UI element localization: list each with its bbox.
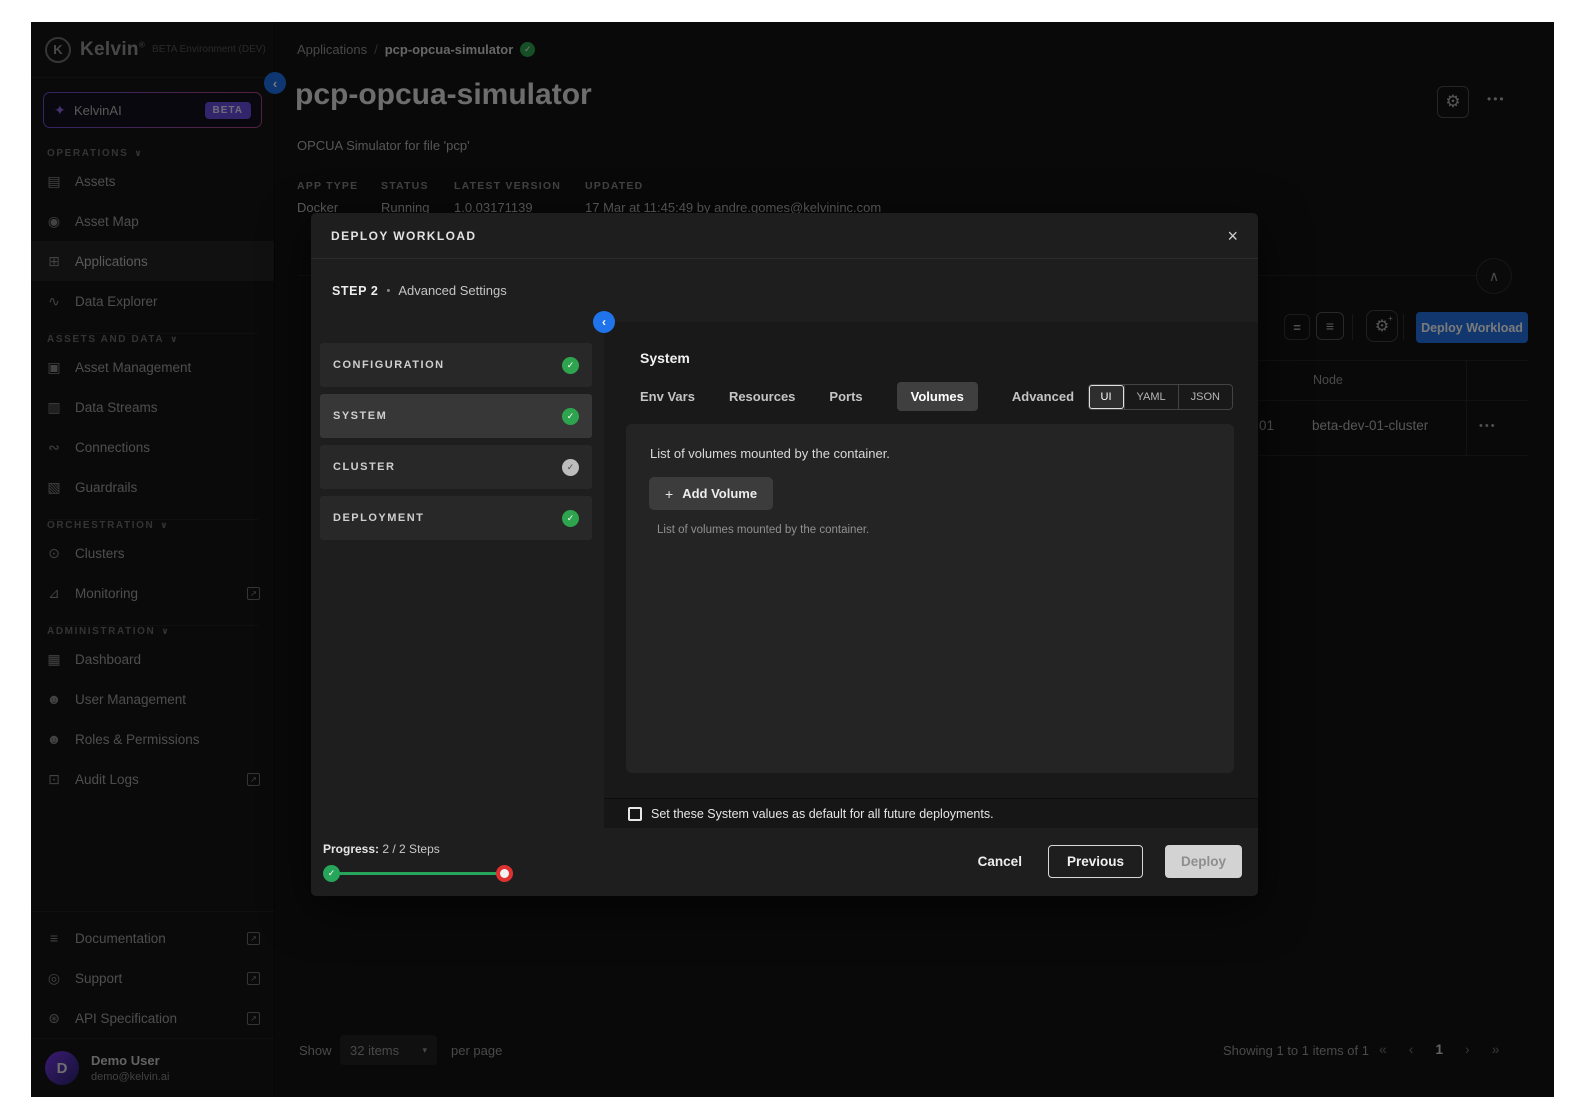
step-label: CONFIGURATION bbox=[333, 359, 445, 371]
system-panel: System Env Vars Resources Ports Volumes … bbox=[604, 322, 1258, 828]
cancel-button[interactable]: Cancel bbox=[974, 846, 1026, 877]
view-mode-ui[interactable]: UI bbox=[1089, 385, 1124, 409]
deploy-workload-modal: DEPLOY WORKLOAD × STEP 2 • Advanced Sett… bbox=[311, 213, 1258, 896]
step-number: STEP 2 bbox=[332, 284, 378, 298]
step-cluster[interactable]: CLUSTER ✓ bbox=[320, 445, 592, 489]
check-circle-icon: ✓ bbox=[562, 459, 579, 476]
step-deployment[interactable]: DEPLOYMENT ✓ bbox=[320, 496, 592, 540]
volumes-description: List of volumes mounted by the container… bbox=[650, 446, 890, 461]
add-volume-button[interactable]: + Add Volume bbox=[649, 477, 773, 510]
panel-collapse-button[interactable]: ‹ bbox=[593, 311, 615, 333]
modal-title: DEPLOY WORKLOAD bbox=[331, 229, 476, 243]
step-system[interactable]: SYSTEM ✓ bbox=[320, 394, 592, 438]
step-label: SYSTEM bbox=[333, 410, 387, 422]
view-mode-json[interactable]: JSON bbox=[1178, 385, 1232, 409]
view-mode-yaml[interactable]: YAML bbox=[1124, 385, 1178, 409]
panel-heading: System bbox=[640, 350, 690, 366]
default-values-row: Set these System values as default for a… bbox=[604, 798, 1258, 828]
view-mode-switcher: UI YAML JSON bbox=[1088, 384, 1233, 410]
add-volume-label: Add Volume bbox=[682, 486, 757, 501]
chevron-left-icon: ‹ bbox=[602, 315, 606, 329]
default-values-checkbox[interactable] bbox=[628, 807, 642, 821]
plus-icon: + bbox=[665, 486, 673, 502]
tab-env-vars[interactable]: Env Vars bbox=[640, 382, 695, 411]
progress-value: 2 / 2 Steps bbox=[382, 842, 439, 856]
bullet-icon: • bbox=[386, 285, 390, 297]
previous-button[interactable]: Previous bbox=[1048, 845, 1143, 878]
step-configuration[interactable]: CONFIGURATION ✓ bbox=[320, 343, 592, 387]
step-label: CLUSTER bbox=[333, 461, 395, 473]
step-indicator: STEP 2 • Advanced Settings bbox=[332, 283, 507, 298]
deploy-button[interactable]: Deploy bbox=[1165, 845, 1242, 878]
close-icon: × bbox=[1227, 226, 1238, 246]
close-button[interactable]: × bbox=[1227, 227, 1238, 245]
default-values-label: Set these System values as default for a… bbox=[651, 807, 994, 821]
progress-track bbox=[331, 872, 505, 875]
modal-actions: Cancel Previous Deploy bbox=[974, 845, 1242, 878]
check-circle-icon: ✓ bbox=[562, 510, 579, 527]
volumes-caption: List of volumes mounted by the container… bbox=[657, 524, 869, 536]
panel-tabs: Env Vars Resources Ports Volumes Advance… bbox=[640, 382, 1074, 411]
tab-ports[interactable]: Ports bbox=[829, 382, 862, 411]
step-label: DEPLOYMENT bbox=[333, 512, 424, 524]
tab-advanced[interactable]: Advanced bbox=[1012, 382, 1074, 411]
check-circle-icon: ✓ bbox=[562, 408, 579, 425]
progress-start-check-icon: ✓ bbox=[323, 865, 340, 882]
check-circle-icon: ✓ bbox=[562, 357, 579, 374]
modal-footer: Progress: 2 / 2 Steps ✓ Cancel Previous … bbox=[311, 828, 1258, 896]
tab-resources[interactable]: Resources bbox=[729, 382, 795, 411]
app-window: K Kelvin® BETA Environment (DEV) ✦ Kelvi… bbox=[31, 22, 1554, 1097]
progress-text: Progress: 2 / 2 Steps bbox=[323, 842, 440, 856]
progress-end-marker bbox=[496, 865, 513, 882]
tab-volumes[interactable]: Volumes bbox=[897, 382, 978, 411]
progress-bar: ✓ bbox=[323, 865, 513, 883]
volumes-card: List of volumes mounted by the container… bbox=[626, 424, 1234, 773]
progress-label: Progress: bbox=[323, 842, 379, 856]
modal-header: DEPLOY WORKLOAD × bbox=[311, 213, 1258, 259]
step-name: Advanced Settings bbox=[398, 283, 506, 298]
